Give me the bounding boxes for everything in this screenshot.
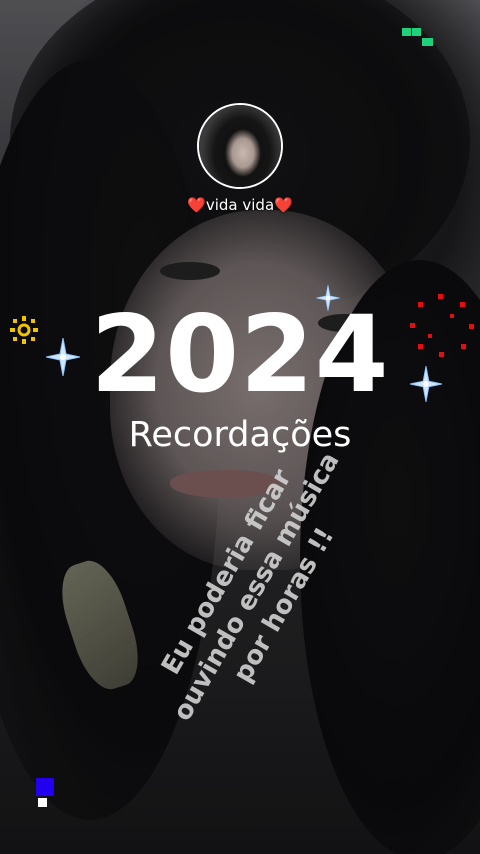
memories-subtitle: Recordações — [128, 415, 352, 455]
pixel-deco-icon — [36, 778, 54, 807]
username-label[interactable]: ❤️vida vida❤️ — [0, 196, 480, 214]
story-view[interactable]: ❤️vida vida❤️ 2024 Recordações Eu poderi… — [0, 0, 480, 854]
pixel-deco-icon — [402, 28, 433, 46]
avatar-image — [199, 105, 281, 187]
year-title: 2024 — [90, 293, 390, 416]
avatar[interactable] — [197, 103, 283, 189]
